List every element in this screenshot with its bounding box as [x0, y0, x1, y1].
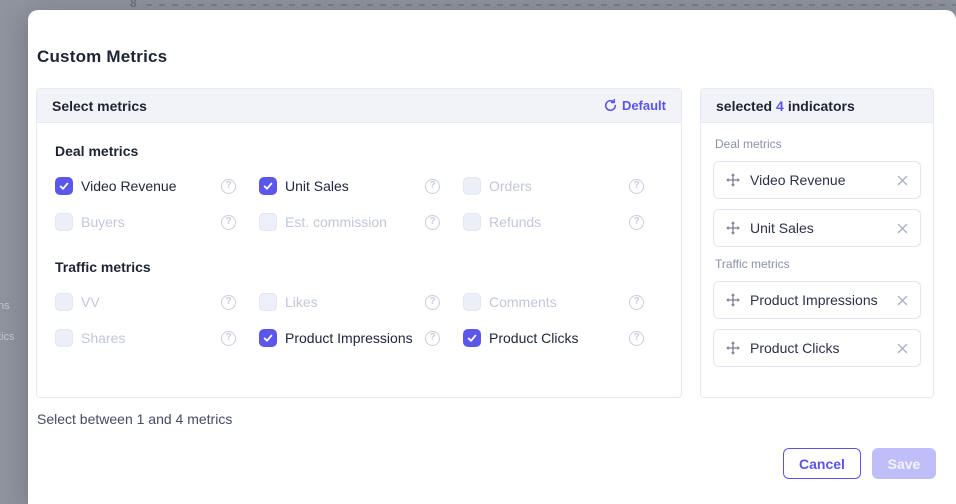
remove-icon[interactable] [897, 175, 908, 186]
selected-card-video-revenue[interactable]: Video Revenue [713, 161, 921, 199]
remove-icon[interactable] [897, 223, 908, 234]
selected-indicators-list: Deal metrics Video Revenue Unit Sales [701, 123, 933, 367]
checkbox-unchecked-icon [259, 213, 277, 231]
metric-checkbox-product-clicks[interactable]: Product Clicks ? [463, 328, 644, 348]
metric-checkbox-vv: VV ? [55, 292, 236, 312]
metric-label: Product Clicks [489, 330, 629, 346]
checkbox-unchecked-icon [55, 213, 73, 231]
deal-metrics-grid: Video Revenue ? Unit Sales ? Orders ? Bu… [55, 176, 663, 232]
selected-group-traffic-metrics: Traffic metrics [715, 257, 921, 271]
metric-checkbox-refunds: Refunds ? [463, 212, 644, 232]
selection-hint: Select between 1 and 4 metrics [37, 411, 232, 427]
metric-label: Comments [489, 294, 629, 310]
default-button[interactable]: Default [604, 98, 666, 113]
help-icon[interactable]: ? [221, 215, 236, 230]
checkbox-unchecked-icon [463, 177, 481, 195]
checkbox-checked-icon[interactable] [463, 329, 481, 347]
metric-checkbox-likes: Likes ? [259, 292, 440, 312]
select-metrics-panel: Select metrics Default Deal metrics Vide… [36, 88, 682, 398]
selected-prefix: selected [716, 98, 772, 114]
help-icon[interactable]: ? [221, 331, 236, 346]
cancel-button[interactable]: Cancel [783, 448, 861, 479]
metric-label: Orders [489, 178, 629, 194]
help-icon[interactable]: ? [425, 295, 440, 310]
selected-card-product-impressions[interactable]: Product Impressions [713, 281, 921, 319]
default-button-label: Default [622, 98, 666, 113]
selected-card-product-clicks[interactable]: Product Clicks [713, 329, 921, 367]
selected-indicators-title: selected 4 indicators [716, 98, 855, 114]
metric-checkbox-est-commission: Est. commission ? [259, 212, 440, 232]
metric-label: Refunds [489, 214, 629, 230]
drag-handle-icon[interactable] [726, 221, 740, 235]
help-icon[interactable]: ? [425, 179, 440, 194]
metric-checkbox-buyers: Buyers ? [55, 212, 236, 232]
metric-label: Est. commission [285, 214, 425, 230]
checkbox-unchecked-icon [463, 293, 481, 311]
checkbox-unchecked-icon [259, 293, 277, 311]
refresh-icon [604, 99, 617, 112]
metric-label: Video Revenue [81, 178, 221, 194]
metric-checkbox-unit-sales[interactable]: Unit Sales ? [259, 176, 440, 196]
help-icon[interactable]: ? [425, 331, 440, 346]
background-text-fragment: ns [0, 300, 10, 312]
selected-indicators-header: selected 4 indicators [701, 89, 933, 123]
metric-checkbox-orders: Orders ? [463, 176, 644, 196]
checkbox-unchecked-icon [55, 293, 73, 311]
checkbox-checked-icon[interactable] [259, 329, 277, 347]
metric-checkbox-product-impressions[interactable]: Product Impressions ? [259, 328, 440, 348]
selected-group-deal-metrics: Deal metrics [715, 137, 921, 151]
group-heading-deal-metrics: Deal metrics [55, 143, 663, 159]
metric-label: Shares [81, 330, 221, 346]
selected-card-label: Product Impressions [750, 292, 897, 308]
remove-icon[interactable] [897, 343, 908, 354]
metric-checkbox-comments: Comments ? [463, 292, 644, 312]
metric-checkbox-shares: Shares ? [55, 328, 236, 348]
background-text-fragment: tics [0, 331, 15, 343]
drag-handle-icon[interactable] [726, 341, 740, 355]
selected-count: 4 [776, 98, 784, 114]
selected-card-label: Video Revenue [750, 172, 897, 188]
selected-card-unit-sales[interactable]: Unit Sales [713, 209, 921, 247]
help-icon[interactable]: ? [629, 295, 644, 310]
help-icon[interactable]: ? [221, 295, 236, 310]
dialog-title: Custom Metrics [37, 47, 167, 67]
custom-metrics-dialog: Custom Metrics Select metrics Default De… [28, 10, 956, 504]
save-button[interactable]: Save [872, 448, 936, 479]
metric-label: VV [81, 294, 221, 310]
help-icon[interactable]: ? [629, 179, 644, 194]
selected-suffix: indicators [788, 98, 855, 114]
help-icon[interactable]: ? [425, 215, 440, 230]
traffic-metrics-grid: VV ? Likes ? Comments ? Shares ? [55, 292, 663, 348]
metric-label: Product Impressions [285, 330, 425, 346]
checkbox-checked-icon[interactable] [259, 177, 277, 195]
checkbox-unchecked-icon [55, 329, 73, 347]
checkbox-checked-icon[interactable] [55, 177, 73, 195]
metric-label: Buyers [81, 214, 221, 230]
checkbox-unchecked-icon [463, 213, 481, 231]
help-icon[interactable]: ? [221, 179, 236, 194]
drag-handle-icon[interactable] [726, 173, 740, 187]
remove-icon[interactable] [897, 295, 908, 306]
select-metrics-header: Select metrics Default [37, 89, 681, 123]
background-gridline [146, 4, 956, 6]
metrics-checkbox-area: Deal metrics Video Revenue ? Unit Sales … [37, 123, 681, 368]
drag-handle-icon[interactable] [726, 293, 740, 307]
background-axis-tick: 8 [130, 0, 137, 10]
help-icon[interactable]: ? [629, 331, 644, 346]
metric-label: Unit Sales [285, 178, 425, 194]
select-metrics-title: Select metrics [52, 98, 147, 114]
selected-indicators-panel: selected 4 indicators Deal metrics Video… [700, 88, 934, 398]
selected-card-label: Product Clicks [750, 340, 897, 356]
help-icon[interactable]: ? [629, 215, 644, 230]
metric-checkbox-video-revenue[interactable]: Video Revenue ? [55, 176, 236, 196]
selected-card-label: Unit Sales [750, 220, 897, 236]
metric-label: Likes [285, 294, 425, 310]
group-heading-traffic-metrics: Traffic metrics [55, 259, 663, 275]
